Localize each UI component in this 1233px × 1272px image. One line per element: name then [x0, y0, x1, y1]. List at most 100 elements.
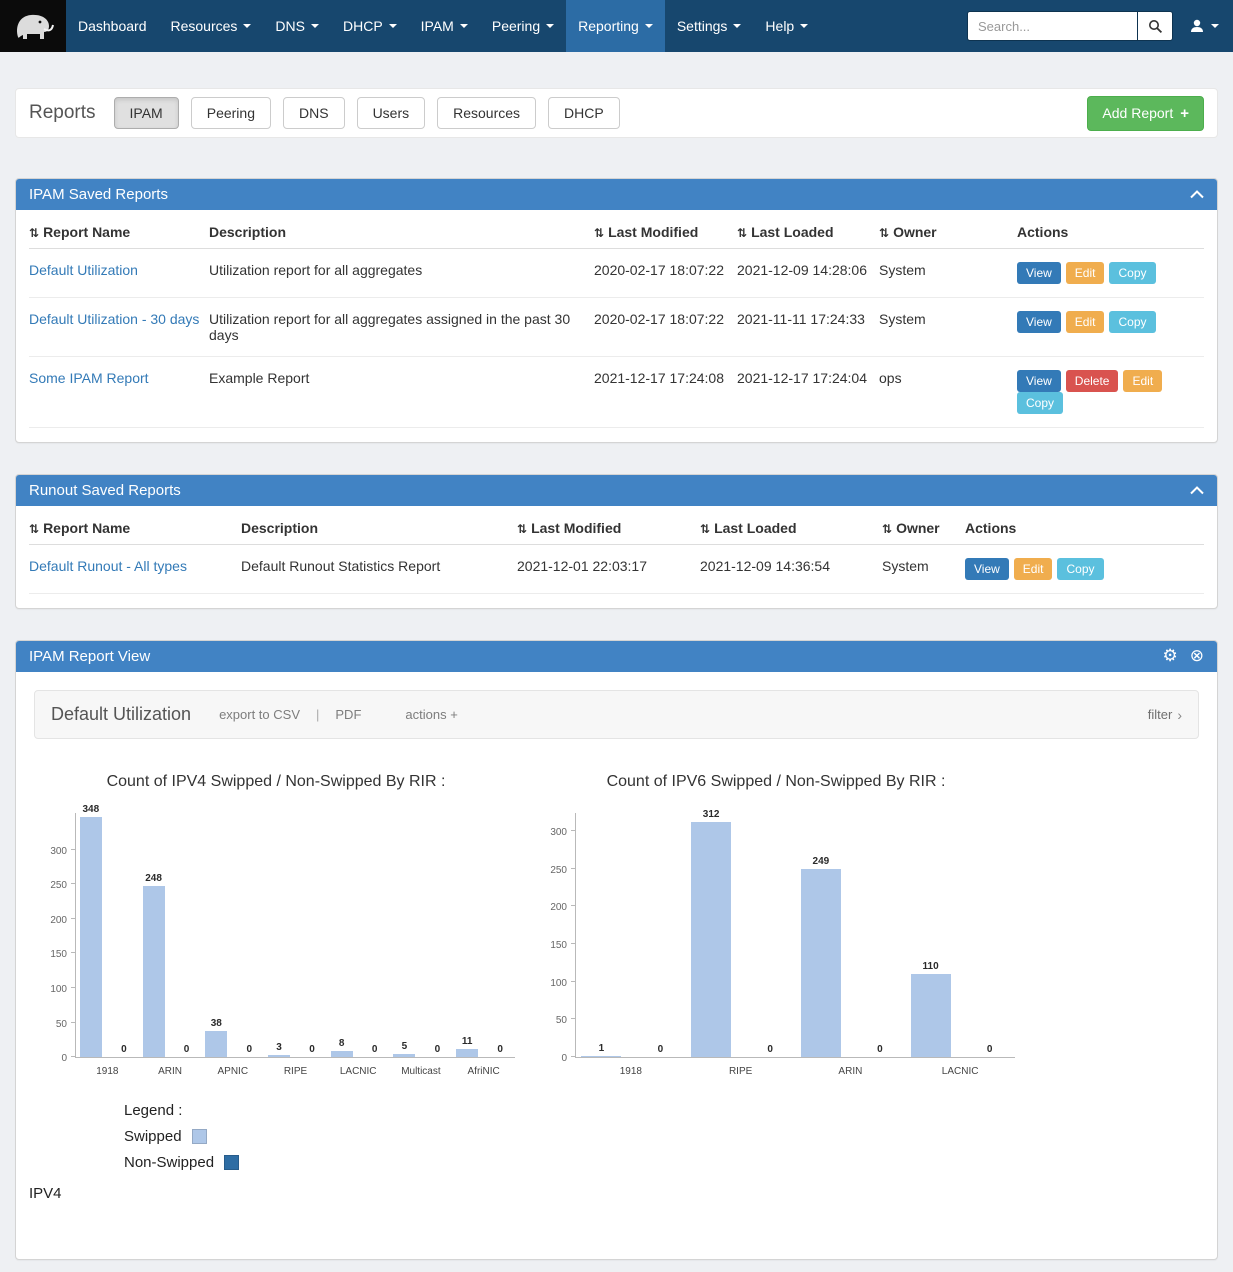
column-last-loaded[interactable]: ⇅Last Loaded — [737, 216, 879, 249]
collapse-chevron-up-icon[interactable] — [1190, 486, 1204, 495]
column-actions: Actions — [965, 512, 1204, 545]
nav-item-dashboard[interactable]: Dashboard — [66, 0, 159, 52]
y-tick-mark — [571, 830, 576, 831]
nav-item-dhcp[interactable]: DHCP — [331, 0, 409, 52]
x-category-label: RIPE — [264, 1066, 327, 1077]
column-last-loaded[interactable]: ⇅Last Loaded — [700, 512, 882, 545]
table-row: Default Utilization - 30 daysUtilization… — [29, 298, 1204, 357]
view-button[interactable]: View — [1017, 311, 1061, 333]
collapse-chevron-up-icon[interactable] — [1190, 190, 1204, 199]
copy-button[interactable]: Copy — [1057, 558, 1103, 580]
column-report-name[interactable]: ⇅Report Name — [29, 512, 241, 545]
chevron-down-icon — [1211, 24, 1219, 28]
bar-value-label: 0 — [658, 1044, 664, 1055]
bar-swipped[interactable] — [80, 817, 102, 1057]
separator: | — [316, 707, 319, 722]
bar-wrap: 0 — [176, 1044, 198, 1057]
bar-swipped[interactable] — [456, 1049, 478, 1057]
bar-group: 110AfriNIC — [452, 1036, 515, 1057]
y-axis: 050100150200250300 — [37, 813, 75, 1058]
report-name-cell: Default Runout - All types — [29, 545, 241, 594]
tab-ipam[interactable]: IPAM — [114, 97, 179, 129]
user-menu[interactable] — [1189, 18, 1219, 34]
tab-users[interactable]: Users — [357, 97, 426, 129]
export-pdf-link[interactable]: PDF — [335, 707, 361, 722]
y-tick-mark — [571, 905, 576, 906]
nav-item-reporting[interactable]: Reporting — [566, 0, 665, 52]
edit-button[interactable]: Edit — [1066, 311, 1105, 333]
edit-button[interactable]: Edit — [1066, 262, 1105, 284]
search-button[interactable] — [1137, 11, 1173, 41]
copy-button[interactable]: Copy — [1109, 262, 1155, 284]
bar-swipped[interactable] — [205, 1031, 227, 1057]
delete-button[interactable]: Delete — [1066, 370, 1119, 392]
bar-swipped[interactable] — [268, 1055, 290, 1057]
copy-button[interactable]: Copy — [1109, 311, 1155, 333]
sort-icon: ⇅ — [882, 522, 892, 536]
bar-swipped[interactable] — [911, 974, 951, 1057]
ipam-report-view-panel: IPAM Report View ⚙ ⊗ Default Utilization… — [15, 640, 1218, 1260]
column-last-modified[interactable]: ⇅Last Modified — [517, 512, 700, 545]
filter-toggle[interactable]: filter › — [1148, 707, 1182, 723]
report-name-link[interactable]: Default Utilization — [29, 262, 138, 278]
tab-dns[interactable]: DNS — [283, 97, 345, 129]
edit-button[interactable]: Edit — [1014, 558, 1053, 580]
nav-item-peering[interactable]: Peering — [480, 0, 566, 52]
export-csv-link[interactable]: export to CSV — [219, 707, 300, 722]
bar-group: 1100LACNIC — [905, 961, 1015, 1057]
ipv4-section-label: IPV4 — [29, 1185, 1204, 1202]
bar-swipped[interactable] — [143, 886, 165, 1057]
x-category-label: Multicast — [390, 1066, 453, 1077]
column-description: Description — [241, 512, 517, 545]
column-owner[interactable]: ⇅Owner — [879, 216, 1017, 249]
y-tick-label: 200 — [550, 902, 567, 913]
y-tick-label: 250 — [50, 880, 67, 891]
page-title: Reports — [29, 102, 96, 124]
bar-swipped[interactable] — [331, 1051, 353, 1057]
y-tick-mark — [571, 1018, 576, 1019]
nav-item-dns[interactable]: DNS — [263, 0, 331, 52]
content: Reports IPAM Peering DNS Users Resources DHCP… — [0, 52, 1233, 1260]
view-button[interactable]: View — [1017, 370, 1061, 392]
bar-swipped[interactable] — [691, 822, 731, 1057]
search-input[interactable] — [967, 11, 1137, 41]
bar-wrap: 0 — [113, 1044, 135, 1057]
report-name-link[interactable]: Default Utilization - 30 days — [29, 311, 199, 327]
view-button[interactable]: View — [965, 558, 1009, 580]
bar-group: 101918 — [576, 1043, 686, 1057]
x-category-label: ARIN — [796, 1066, 906, 1077]
nav-item-help[interactable]: Help — [753, 0, 820, 52]
bar-swipped[interactable] — [581, 1056, 621, 1057]
report-name-link[interactable]: Default Runout - All types — [29, 558, 187, 574]
x-category-label: LACNIC — [905, 1066, 1015, 1077]
chart-body: 050100150200250300348019182480ARIN380APN… — [37, 813, 515, 1058]
nav-item-ipam[interactable]: IPAM — [409, 0, 480, 52]
actions-menu[interactable]: actions + — [405, 707, 457, 722]
settings-gear-icon[interactable]: ⚙ — [1163, 648, 1178, 665]
edit-button[interactable]: Edit — [1123, 370, 1162, 392]
bar-wrap: 0 — [970, 1044, 1010, 1057]
tab-resources[interactable]: Resources — [437, 97, 536, 129]
column-last-modified[interactable]: ⇅Last Modified — [594, 216, 737, 249]
chevron-down-icon — [460, 24, 468, 28]
bar-swipped[interactable] — [393, 1054, 415, 1057]
bar-wrap: 0 — [860, 1044, 900, 1057]
column-report-name[interactable]: ⇅Report Name — [29, 216, 209, 249]
nav-item-resources[interactable]: Resources — [159, 0, 264, 52]
add-report-button[interactable]: Add Report + — [1087, 96, 1204, 131]
report-name-cell: Default Utilization - 30 days — [29, 298, 209, 357]
tab-peering[interactable]: Peering — [191, 97, 271, 129]
close-panel-icon[interactable]: ⊗ — [1190, 648, 1204, 665]
bar-wrap: 348 — [80, 804, 102, 1057]
app-logo[interactable] — [0, 0, 66, 52]
copy-button[interactable]: Copy — [1017, 392, 1063, 414]
report-name-link[interactable]: Some IPAM Report — [29, 370, 149, 386]
nav-item-settings[interactable]: Settings — [665, 0, 754, 52]
tab-dhcp[interactable]: DHCP — [548, 97, 620, 129]
view-button[interactable]: View — [1017, 262, 1061, 284]
bar-wrap: 0 — [426, 1044, 448, 1057]
bar-swipped[interactable] — [801, 869, 841, 1057]
report-toolbar: Default Utilization export to CSV | PDF … — [34, 690, 1199, 739]
column-owner[interactable]: ⇅Owner — [882, 512, 965, 545]
sort-icon: ⇅ — [879, 226, 889, 240]
